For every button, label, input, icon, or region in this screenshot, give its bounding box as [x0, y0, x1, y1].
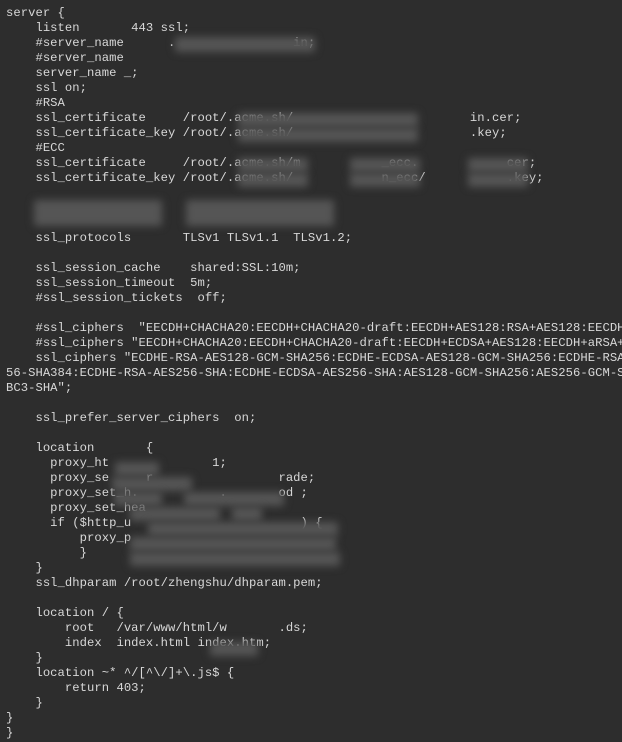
code-text: server { listen 443 ssl; #server_name . …: [6, 6, 622, 740]
nginx-config-code: server { listen 443 ssl; #server_name . …: [0, 0, 622, 741]
